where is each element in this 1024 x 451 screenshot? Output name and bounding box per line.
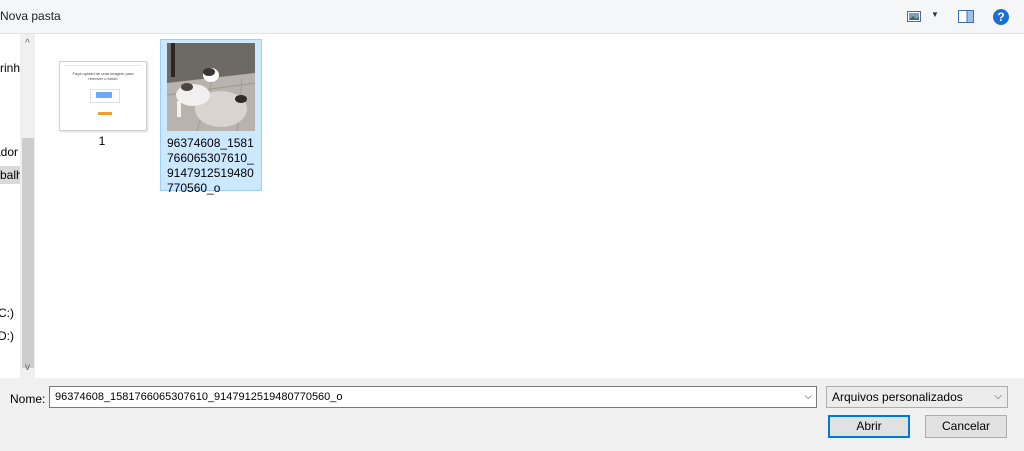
navigation-pane: crinh ador balho s (C:) (D:) ^ v: [0, 34, 35, 378]
nav-scrollbar-thumb[interactable]: [22, 138, 34, 368]
file-type-value: Arquivos personalizados: [832, 390, 963, 404]
thumbnail-caption: Faça upload de uma imagem para remover o…: [72, 71, 134, 81]
file-thumbnail: Faça upload de uma imagem para remover o…: [59, 61, 147, 131]
file-item-selected[interactable]: 96374608_1581766065307610_91479125194807…: [160, 39, 262, 195]
nav-item-computer[interactable]: ador: [0, 145, 18, 159]
file-thumbnail-photo: [167, 43, 255, 131]
new-folder-button[interactable]: Nova pasta: [0, 9, 61, 23]
file-name: 1: [98, 134, 106, 148]
toolbar: Nova pasta ▼ ?: [0, 0, 1024, 34]
nav-item-drive-d[interactable]: (D:): [0, 329, 14, 343]
file-name-input[interactable]: 96374608_1581766065307610_91479125194807…: [49, 386, 817, 408]
scroll-down-icon[interactable]: v: [20, 360, 35, 376]
cancel-button[interactable]: Cancelar: [925, 415, 1007, 438]
nav-item-drive-c[interactable]: (C:): [0, 306, 14, 320]
open-button[interactable]: Abrir: [828, 415, 910, 438]
file-name: 96374608_1581766065307610_91479125194807…: [167, 136, 254, 195]
scroll-up-icon[interactable]: ^: [20, 36, 35, 52]
help-icon[interactable]: ?: [993, 9, 1009, 25]
dialog-footer: Nome: 96374608_1581766065307610_91479125…: [0, 378, 1024, 451]
chevron-down-icon[interactable]: ⌵: [994, 387, 1002, 407]
file-type-select[interactable]: Arquivos personalizados ⌵: [826, 386, 1008, 408]
file-name-value: 96374608_1581766065307610_91479125194807…: [55, 391, 343, 403]
chevron-down-icon[interactable]: ⌵: [804, 387, 812, 407]
view-options-icon[interactable]: [907, 11, 921, 22]
file-name-label: Nome:: [10, 392, 46, 406]
nav-item-favorites[interactable]: crinh: [0, 61, 20, 75]
file-item[interactable]: Faça upload de uma imagem para remover o…: [51, 40, 153, 150]
view-dropdown-icon[interactable]: ▼: [931, 10, 939, 19]
preview-pane-icon[interactable]: [958, 10, 974, 23]
